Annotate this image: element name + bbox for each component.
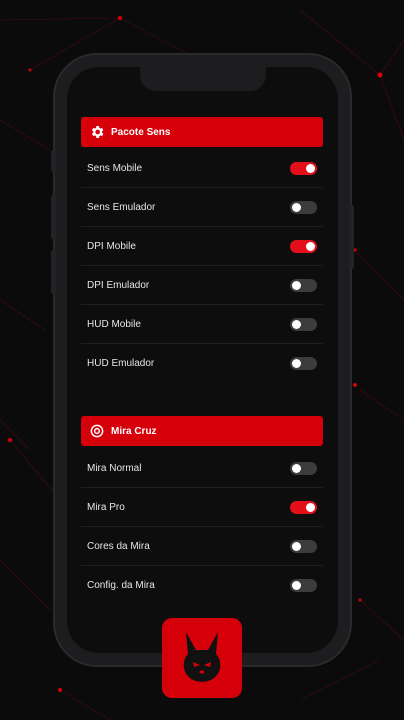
section-header-mira-cruz[interactable]: Mira Cruz — [81, 416, 323, 446]
phone-mute-switch — [51, 150, 56, 172]
gear-icon — [89, 124, 105, 140]
setting-row-cores-da-mira: Cores da Mira — [81, 527, 323, 566]
toggle-knob — [292, 280, 301, 290]
toggle-knob — [292, 202, 301, 212]
phone-frame: Pacote Sens Sens Mobile Sens Emulador DP… — [51, 55, 354, 665]
setting-label: DPI Emulador — [87, 279, 150, 291]
section-title: Mira Cruz — [111, 425, 157, 437]
toggle-knob — [292, 541, 301, 551]
toggle-hud-emulador[interactable] — [290, 357, 317, 370]
toggle-knob — [306, 502, 315, 512]
rabbit-logo-icon — [162, 618, 242, 698]
section-header-pacote-sens[interactable]: Pacote Sens — [81, 117, 323, 147]
toggle-mira-pro[interactable] — [290, 500, 317, 514]
setting-label: Config. da Mira — [87, 580, 155, 591]
phone-power-button — [349, 205, 354, 269]
setting-row-sens-mobile: Sens Mobile — [81, 149, 323, 188]
toggle-dpi-mobile[interactable] — [290, 239, 317, 253]
setting-row-dpi-emulador: DPI Emulador — [81, 266, 323, 305]
setting-label: Mira Pro — [87, 501, 125, 513]
toggle-sens-emulador[interactable] — [290, 200, 317, 214]
setting-row-mira-normal: Mira Normal — [81, 449, 323, 488]
toggle-knob — [292, 463, 301, 473]
setting-label: HUD Emulador — [87, 358, 155, 369]
section-title: Pacote Sens — [111, 126, 171, 138]
phone-notch — [140, 67, 266, 91]
setting-label: HUD Mobile — [87, 318, 141, 330]
toggle-knob — [292, 319, 301, 329]
toggle-knob — [292, 581, 301, 590]
toggle-config-da-mira[interactable] — [290, 579, 317, 592]
phone-volume-up — [51, 195, 56, 239]
toggle-hud-mobile[interactable] — [290, 317, 317, 331]
toggle-knob — [292, 359, 301, 368]
toggle-knob — [306, 163, 315, 173]
setting-label: DPI Mobile — [87, 240, 136, 252]
setting-label: Mira Normal — [87, 462, 142, 474]
toggle-cores-da-mira[interactable] — [290, 539, 317, 553]
setting-label: Sens Emulador — [87, 201, 156, 213]
setting-row-config-da-mira: Config. da Mira — [81, 566, 323, 605]
toggle-sens-mobile[interactable] — [290, 161, 317, 175]
setting-row-hud-emulador: HUD Emulador — [81, 344, 323, 383]
phone-screen: Pacote Sens Sens Mobile Sens Emulador DP… — [67, 67, 338, 653]
setting-label: Sens Mobile — [87, 162, 143, 174]
setting-row-mira-pro: Mira Pro — [81, 488, 323, 527]
phone-volume-down — [51, 250, 56, 294]
toggle-knob — [306, 241, 315, 251]
target-icon — [89, 423, 105, 439]
setting-row-sens-emulador: Sens Emulador — [81, 188, 323, 227]
setting-row-dpi-mobile: DPI Mobile — [81, 227, 323, 266]
toggle-mira-normal[interactable] — [290, 461, 317, 475]
setting-row-hud-mobile: HUD Mobile — [81, 305, 323, 344]
toggle-dpi-emulador[interactable] — [290, 278, 317, 292]
setting-label: Cores da Mira — [87, 540, 150, 552]
